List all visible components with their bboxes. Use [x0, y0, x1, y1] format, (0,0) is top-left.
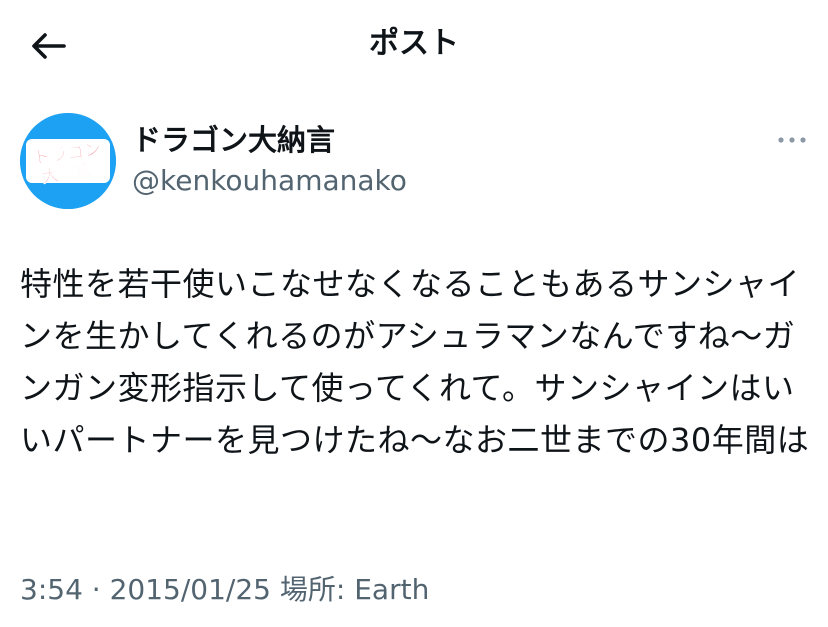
more-options-button[interactable] [770, 124, 814, 156]
tweet-date[interactable]: 2015/01/25 [110, 570, 271, 610]
author-handle[interactable]: @kenkouhamanako [132, 164, 407, 198]
tweet-location: 場所: Earth [279, 573, 430, 606]
more-dots-icon [778, 137, 806, 143]
tweet-detail-page: ポスト ドラゴン 大納言 ドラゴン大納言 @kenkouhamanako 特性を… [0, 0, 828, 627]
avatar-logo: ドラゴン 大納言 [20, 113, 116, 209]
tweet-text: 特性を若干使いこなせなくなることもあるサンシャインを生かしてくれるのがアシュラマ… [20, 265, 810, 459]
avatar[interactable]: ドラゴン 大納言 [20, 113, 116, 209]
page-title: ポスト [369, 26, 459, 61]
tweet-time[interactable]: 3:54 [20, 570, 83, 610]
meta-separator: · [91, 573, 101, 606]
author-display-name[interactable]: ドラゴン大納言 [132, 122, 335, 158]
top-bar: ポスト [0, 0, 828, 92]
tweet-meta: 3:54 · 2015/01/25 場所: Earth [20, 570, 429, 610]
